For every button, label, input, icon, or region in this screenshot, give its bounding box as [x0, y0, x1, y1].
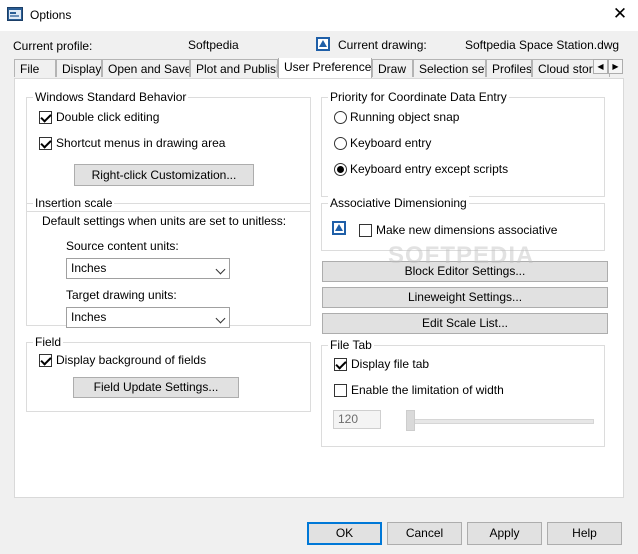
- source-units-value: Inches: [71, 261, 107, 275]
- user-preferences-panel: Windows Standard Behavior Double click e…: [14, 78, 624, 498]
- field-title: Field: [33, 335, 64, 349]
- keyboard-entry-except-scripts-label: Keyboard entry except scripts: [350, 162, 509, 176]
- help-button[interactable]: Help: [547, 522, 622, 545]
- tab-profiles[interactable]: Profiles: [486, 59, 532, 77]
- running-object-snap-label: Running object snap: [350, 110, 460, 124]
- tab-display[interactable]: Display: [56, 59, 102, 77]
- limit-width-label: Enable the limitation of width: [351, 383, 504, 397]
- current-profile-value: Softpedia: [188, 38, 239, 52]
- tab-file[interactable]: File: [14, 59, 56, 77]
- tab-open-and-save[interactable]: Open and Save: [102, 59, 190, 77]
- cancel-button[interactable]: Cancel: [387, 522, 462, 545]
- keyboard-entry-label: Keyboard entry: [350, 136, 432, 150]
- right-click-customization-button[interactable]: Right-click Customization...: [74, 164, 254, 186]
- ok-button[interactable]: OK: [307, 522, 382, 545]
- tab-draw[interactable]: Draw: [372, 59, 413, 77]
- dwg-file-icon: [316, 37, 330, 51]
- tab-scroll-left-icon[interactable]: ◀: [593, 59, 608, 74]
- tab-scroll-right-icon[interactable]: ▶: [608, 59, 623, 74]
- tab-width-slider-track[interactable]: [406, 419, 594, 424]
- apply-button[interactable]: Apply: [467, 522, 542, 545]
- display-file-tab-label: Display file tab: [351, 357, 430, 371]
- tab-strip: File Display Open and Save Plot and Publ…: [14, 58, 610, 78]
- associative-dimensioning-title: Associative Dimensioning: [328, 196, 469, 210]
- double-click-editing-label: Double click editing: [56, 110, 160, 124]
- title-bar: [0, 0, 638, 31]
- source-units-select[interactable]: Inches: [66, 258, 230, 279]
- double-click-editing-checkbox[interactable]: [39, 111, 52, 124]
- unitless-description: Default settings when units are set to u…: [42, 214, 287, 228]
- edit-scale-list-button[interactable]: Edit Scale List...: [322, 313, 608, 334]
- file-tab-title: File Tab: [328, 338, 374, 352]
- shortcut-menus-checkbox[interactable]: [39, 137, 52, 150]
- limit-width-checkbox[interactable]: [334, 384, 347, 397]
- current-drawing-value: Softpedia Space Station.dwg: [465, 38, 620, 52]
- target-units-label: Target drawing units:: [66, 288, 177, 302]
- coordinate-priority-title: Priority for Coordinate Data Entry: [328, 90, 509, 104]
- insertion-scale-group: Insertion scale Default settings when un…: [26, 196, 311, 328]
- target-units-value: Inches: [71, 310, 107, 324]
- keyboard-entry-except-scripts-radio[interactable]: [334, 163, 347, 176]
- tab-width-input[interactable]: 120: [333, 410, 381, 429]
- display-file-tab-checkbox[interactable]: [334, 358, 347, 371]
- insertion-scale-title: Insertion scale: [33, 196, 115, 210]
- chevron-down-icon: [215, 313, 226, 324]
- file-tab-group: File Tab Display file tab Enable the lim…: [321, 338, 605, 447]
- tab-width-slider-thumb[interactable]: [406, 410, 415, 431]
- target-units-select[interactable]: Inches: [66, 307, 230, 328]
- chevron-down-icon: [215, 264, 226, 275]
- field-group: Field Display background of fields Field…: [26, 335, 311, 412]
- lineweight-settings-button[interactable]: Lineweight Settings...: [322, 287, 608, 308]
- shortcut-menus-label: Shortcut menus in drawing area: [56, 136, 226, 150]
- tab-plot-and-publish[interactable]: Plot and Publish: [190, 59, 278, 77]
- current-profile-label: Current profile:: [13, 39, 93, 53]
- softpedia-watermark: SOFTPEDIA: [388, 242, 535, 269]
- windows-behavior-title: Windows Standard Behavior: [33, 90, 189, 104]
- source-units-label: Source content units:: [66, 239, 179, 253]
- close-icon[interactable]: ✕: [610, 4, 630, 24]
- running-object-snap-radio[interactable]: [334, 111, 347, 124]
- options-app-icon: [7, 7, 23, 21]
- field-update-settings-button[interactable]: Field Update Settings...: [73, 377, 239, 398]
- dimension-icon: [332, 221, 346, 235]
- current-drawing-label: Current drawing:: [338, 38, 427, 52]
- keyboard-entry-radio[interactable]: [334, 137, 347, 150]
- display-background-label: Display background of fields: [56, 353, 207, 367]
- tab-selection-set[interactable]: Selection set: [413, 59, 486, 77]
- tab-user-preferences[interactable]: User Preferences: [278, 58, 372, 78]
- display-background-checkbox[interactable]: [39, 354, 52, 367]
- window-title: Options: [30, 8, 72, 22]
- make-associative-label: Make new dimensions associative: [376, 223, 558, 237]
- make-associative-checkbox[interactable]: [359, 224, 372, 237]
- windows-behavior-group: Windows Standard Behavior Double click e…: [26, 90, 311, 212]
- coordinate-priority-group: Priority for Coordinate Data Entry Runni…: [321, 90, 605, 197]
